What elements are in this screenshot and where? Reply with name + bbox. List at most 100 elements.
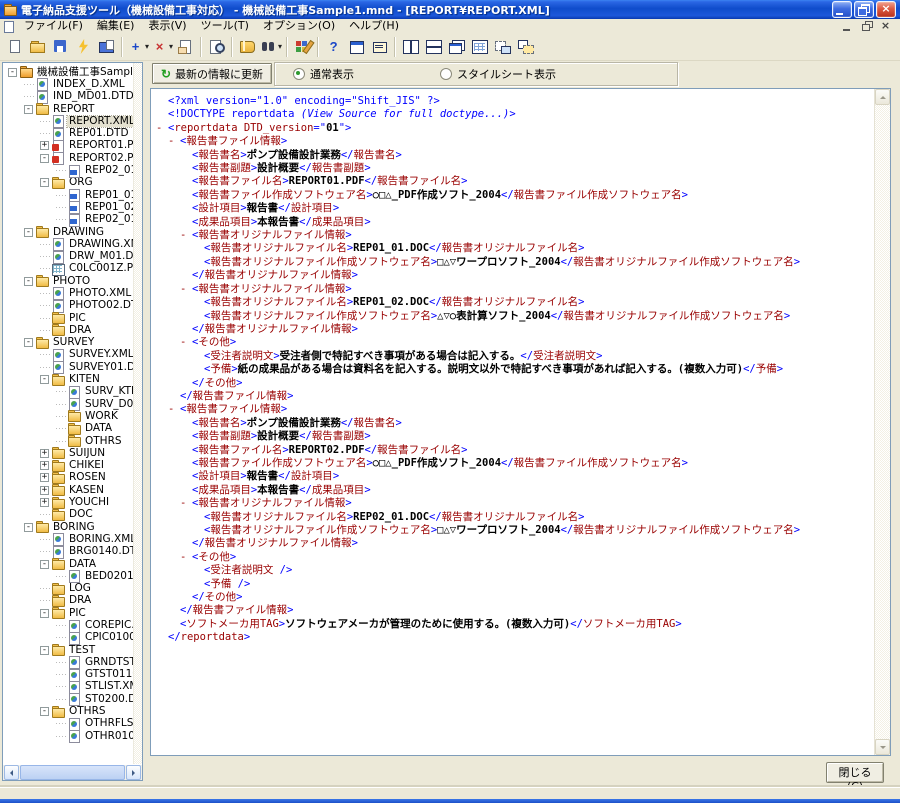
tree-item[interactable]: - DATA: [4, 558, 133, 571]
add-button[interactable]: + ▾: [126, 36, 150, 58]
tree-horizontal-scrollbar[interactable]: [3, 765, 142, 780]
collapse-marker[interactable]: -: [180, 336, 192, 349]
expand-toggle[interactable]: -: [40, 707, 49, 717]
tree-item[interactable]: OTHR0101.DTD: [4, 730, 133, 744]
expand-toggle[interactable]: -: [24, 104, 33, 114]
expand-toggle[interactable]: -: [40, 178, 49, 188]
tree-item[interactable]: REPORT.XML: [4, 114, 133, 129]
expand-toggle[interactable]: +: [40, 485, 49, 495]
expand-toggle[interactable]: -: [40, 645, 49, 655]
scroll-left-arrow[interactable]: [4, 765, 19, 780]
expand-toggle[interactable]: +: [40, 141, 49, 151]
expand-toggle[interactable]: +: [40, 448, 49, 458]
mdi-restore-button[interactable]: [860, 20, 873, 32]
sync-window-button[interactable]: [491, 36, 514, 58]
mdi-close-button[interactable]: ×: [879, 20, 892, 32]
tree-item[interactable]: - REPORT: [4, 103, 133, 116]
collapse-marker[interactable]: -: [168, 135, 180, 148]
tree-item[interactable]: C0LC001Z.P21: [4, 263, 133, 276]
tree-item[interactable]: LOG: [4, 582, 133, 595]
tree-item[interactable]: + KASEN: [4, 484, 133, 497]
scroll-right-arrow[interactable]: [126, 765, 141, 780]
tree-item[interactable]: REP02_01.DOC: [4, 164, 133, 178]
edit-check-button[interactable]: [291, 36, 314, 58]
cascade-windows-button[interactable]: [445, 36, 468, 58]
radio-normal-view[interactable]: 通常表示: [293, 66, 354, 82]
minimize-button[interactable]: [832, 1, 852, 18]
tree-item[interactable]: ST0200.DTD: [4, 693, 133, 707]
tree-item[interactable]: - KITEN: [4, 373, 133, 386]
expand-toggle[interactable]: -: [24, 522, 33, 532]
expand-toggle[interactable]: +: [40, 473, 49, 483]
tree-item[interactable]: DATA: [4, 422, 133, 435]
tree-item[interactable]: COREPIC.XML: [4, 619, 133, 633]
tree-item[interactable]: SURV_KTN.XML: [4, 385, 133, 399]
collapse-marker[interactable]: -: [180, 551, 192, 564]
tree-item[interactable]: + REPORT01.PDF: [4, 139, 133, 153]
mdi-minimize-button[interactable]: [841, 21, 854, 32]
expand-toggle[interactable]: -: [24, 276, 33, 286]
tree-item[interactable]: + CHIKEI: [4, 459, 133, 472]
tree-item[interactable]: - OTHRS: [4, 705, 133, 718]
tree-item[interactable]: OTHRFLS.XML: [4, 717, 133, 731]
expand-toggle[interactable]: +: [40, 498, 49, 508]
tree-item[interactable]: - REPORT02.PDF: [4, 152, 133, 166]
sync-tree-button[interactable]: [514, 36, 537, 58]
tree-item[interactable]: REP01_02.DOC: [4, 201, 133, 215]
close-dialog-button[interactable]: 閉じる(C): [826, 762, 884, 793]
menu-options[interactable]: オプション(O): [256, 19, 342, 33]
delete-button[interactable]: × ▾: [150, 36, 174, 58]
scroll-up-arrow[interactable]: [875, 89, 890, 105]
tree-item[interactable]: - 機械設備工事Sample1.mnd: [4, 66, 133, 79]
tree-item[interactable]: - ORG: [4, 176, 133, 189]
save-button[interactable]: [49, 36, 72, 58]
tree-item[interactable]: REP01_01.DOC: [4, 189, 133, 203]
tree-item[interactable]: DRA: [4, 594, 133, 607]
window-button[interactable]: [345, 36, 368, 58]
tree-item[interactable]: SURVEY01.DTD: [4, 361, 133, 375]
tree-item[interactable]: - BORING: [4, 521, 133, 534]
refresh-button[interactable]: ↻ 最新の情報に更新: [152, 63, 273, 84]
tree-item[interactable]: DRAWING.XML: [4, 238, 133, 252]
collapse-marker[interactable]: -: [180, 497, 192, 510]
tree-item[interactable]: REP01.DTD: [4, 127, 133, 141]
tree-item[interactable]: + ROSEN: [4, 471, 133, 484]
menu-help[interactable]: ヘルプ(H): [342, 19, 406, 33]
tree-item[interactable]: - SURVEY: [4, 336, 133, 349]
split-horizontal-button[interactable]: [422, 36, 445, 58]
expand-toggle[interactable]: -: [40, 608, 49, 618]
menu-view[interactable]: 表示(V): [141, 19, 193, 33]
expand-toggle[interactable]: -: [40, 153, 49, 163]
tree-item[interactable]: - PHOTO: [4, 275, 133, 288]
tree-item[interactable]: - TEST: [4, 644, 133, 657]
help-button[interactable]: ?: [322, 36, 345, 58]
preview-button[interactable]: [205, 36, 228, 58]
collapse-marker[interactable]: -: [168, 403, 180, 416]
expand-toggle[interactable]: -: [40, 559, 49, 569]
tree-item[interactable]: - DRAWING: [4, 226, 133, 238]
collapse-marker[interactable]: -: [156, 122, 168, 135]
tree-item[interactable]: STLIST.XML: [4, 680, 133, 694]
tree-item[interactable]: DRW_M01.DTD: [4, 250, 133, 264]
detail-view-button[interactable]: [468, 36, 491, 58]
tree-item[interactable]: PIC: [4, 312, 133, 325]
split-vertical-button[interactable]: [399, 36, 422, 58]
tree-item[interactable]: BRG0140.DTD: [4, 545, 133, 559]
find-button[interactable]: ▾: [259, 36, 283, 58]
new-document-button[interactable]: [3, 36, 26, 58]
scroll-down-arrow[interactable]: [875, 739, 890, 755]
tree-item[interactable]: - PIC: [4, 607, 133, 620]
collapse-marker[interactable]: -: [180, 283, 192, 296]
tree-item[interactable]: BED0201.DTD: [4, 570, 133, 584]
scroll-thumb[interactable]: [20, 765, 125, 780]
tree-item[interactable]: + YOUCHI: [4, 496, 133, 509]
restore-button[interactable]: [854, 1, 874, 18]
tree-item[interactable]: SURVEY.XML: [4, 348, 133, 362]
open-folder-button[interactable]: [26, 36, 49, 58]
lightning-button[interactable]: [72, 36, 95, 58]
expand-toggle[interactable]: -: [24, 338, 33, 348]
radio-stylesheet-view[interactable]: スタイルシート表示: [440, 66, 556, 82]
tree-item[interactable]: + SUIJUN: [4, 447, 133, 460]
expand-toggle[interactable]: +: [40, 461, 49, 471]
tree-item[interactable]: PHOTO02.DTD: [4, 299, 133, 313]
